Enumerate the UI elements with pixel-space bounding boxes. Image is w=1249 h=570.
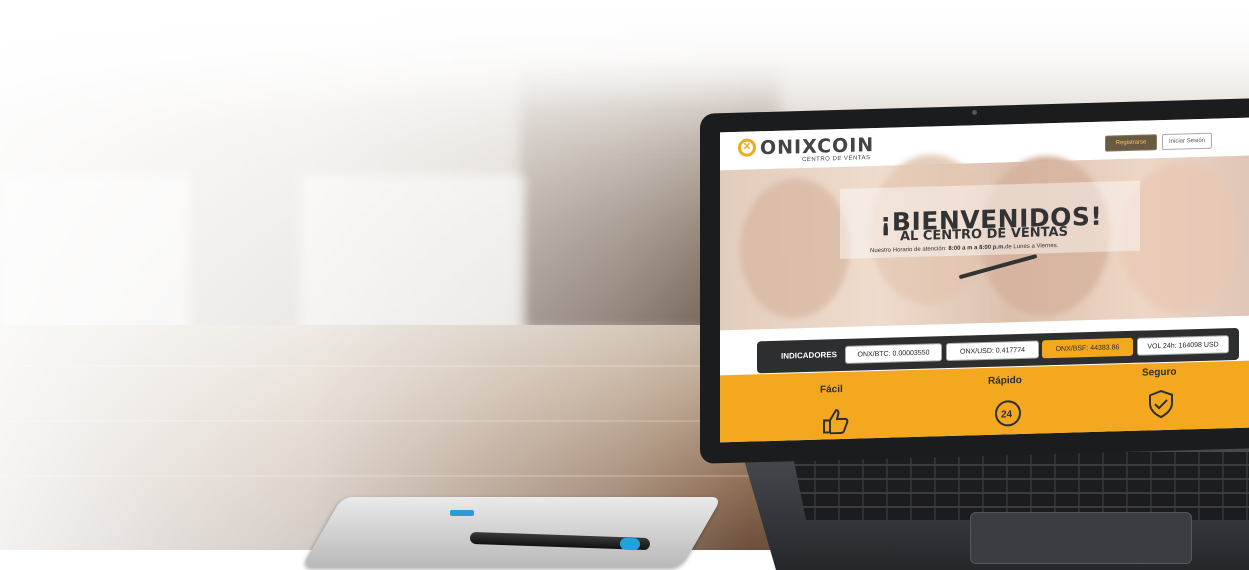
indicator-onx-usd: ONX/USD: 0.417774	[946, 340, 1039, 362]
laptop-trackpad	[970, 512, 1192, 564]
feature-title-rapido: Rápido	[988, 374, 1022, 387]
indicator-volume: VOL 24h: 164098 USD	[1137, 335, 1229, 356]
login-button[interactable]: Iniciar Sesión	[1162, 132, 1212, 151]
webcam	[972, 110, 977, 115]
tablet-indicator	[450, 510, 474, 516]
laptop-screen: ✕ ONIXCOIN CENTRO DE VENTAS Registrarse …	[720, 117, 1249, 443]
thumbs-up-icon	[820, 406, 850, 435]
keyboard-rows	[792, 452, 1249, 520]
graphics-tablet	[301, 497, 723, 567]
stylus-pen-grip	[619, 537, 641, 551]
24h-clock-icon: 24	[992, 397, 1022, 427]
shield-check-icon	[1146, 389, 1176, 419]
register-button[interactable]: Registrarse	[1105, 134, 1157, 152]
onixcoin-logo-icon[interactable]: ✕	[738, 138, 756, 157]
indicator-onx-btc: ONX/BTC: 0.00003550	[845, 343, 942, 364]
indicator-onx-bsf: ONX/BSF: 44383.86	[1042, 337, 1133, 359]
feature-title-seguro: Seguro	[1142, 366, 1177, 379]
logo-subtitle: CENTRO DE VENTAS	[802, 155, 871, 164]
svg-text:24: 24	[1001, 409, 1013, 420]
indicators-label: INDICADORES	[781, 350, 838, 361]
feature-title-facil: Fácil	[820, 383, 843, 396]
